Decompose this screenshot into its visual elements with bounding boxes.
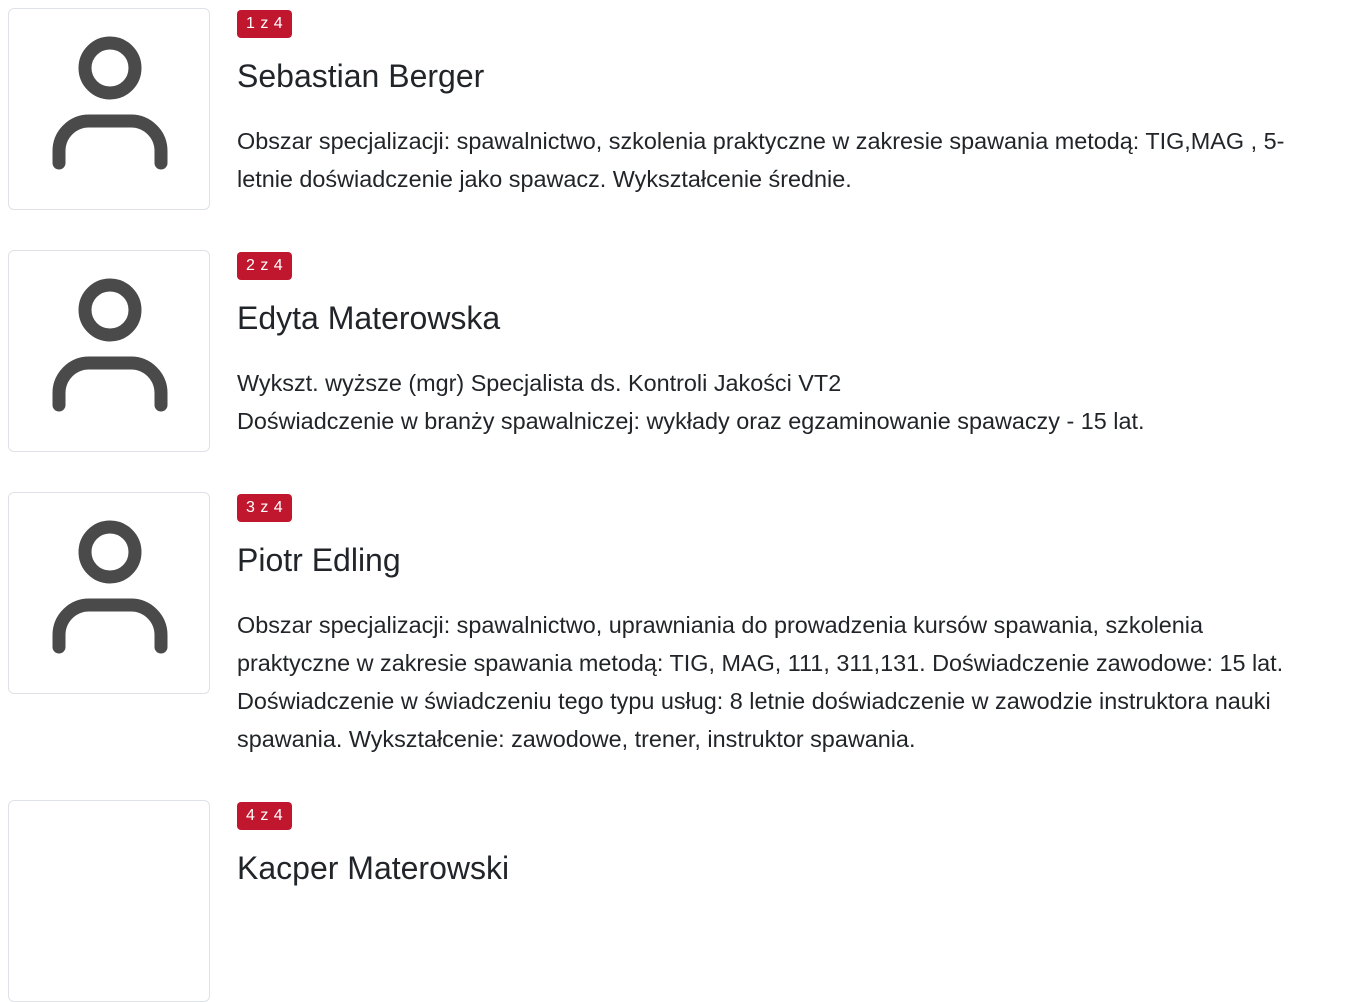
trainer-description: Obszar specjalizacji: spawalnictwo, szko… — [237, 122, 1367, 198]
description-line: Doświadczenie w branży spawalniczej: wyk… — [237, 408, 1145, 434]
position-badge: 1 z 4 — [237, 10, 293, 38]
avatar — [8, 250, 210, 452]
position-badge: 4 z 4 — [237, 802, 293, 830]
position-badge: 3 z 4 — [237, 494, 293, 522]
user-icon — [52, 36, 168, 170]
user-icon — [52, 278, 168, 412]
description-line: Obszar specjalizacji: spawalnictwo, upra… — [237, 612, 1204, 638]
description-line: Doświadczenie w świadczeniu tego typu us… — [237, 688, 1271, 714]
trainer-description: Obszar specjalizacji: spawalnictwo, upra… — [237, 606, 1367, 758]
avatar — [8, 8, 210, 210]
description-line: spawania. Wykształcenie: zawodowe, trene… — [237, 726, 916, 752]
avatar — [8, 492, 210, 694]
trainer-name: Sebastian Berger — [237, 58, 485, 94]
description-line: Obszar specjalizacji: spawalnictwo, szko… — [237, 128, 1285, 154]
trainer-name: Piotr Edling — [237, 542, 401, 578]
description-line: Wykszt. wyższe (mgr) Specjalista ds. Kon… — [237, 370, 842, 396]
avatar — [8, 800, 210, 1002]
trainer-name: Edyta Materowska — [237, 300, 501, 336]
trainer-name: Kacper Materowski — [237, 850, 510, 886]
position-badge: 2 z 4 — [237, 252, 293, 280]
description-line: praktyczne w zakresie spawania metodą: T… — [237, 650, 1284, 676]
user-icon — [52, 520, 168, 654]
description-line: letnie doświadczenie jako spawacz. Wyksz… — [237, 166, 852, 192]
trainer-description: Wykszt. wyższe (mgr) Specjalista ds. Kon… — [237, 364, 1367, 440]
